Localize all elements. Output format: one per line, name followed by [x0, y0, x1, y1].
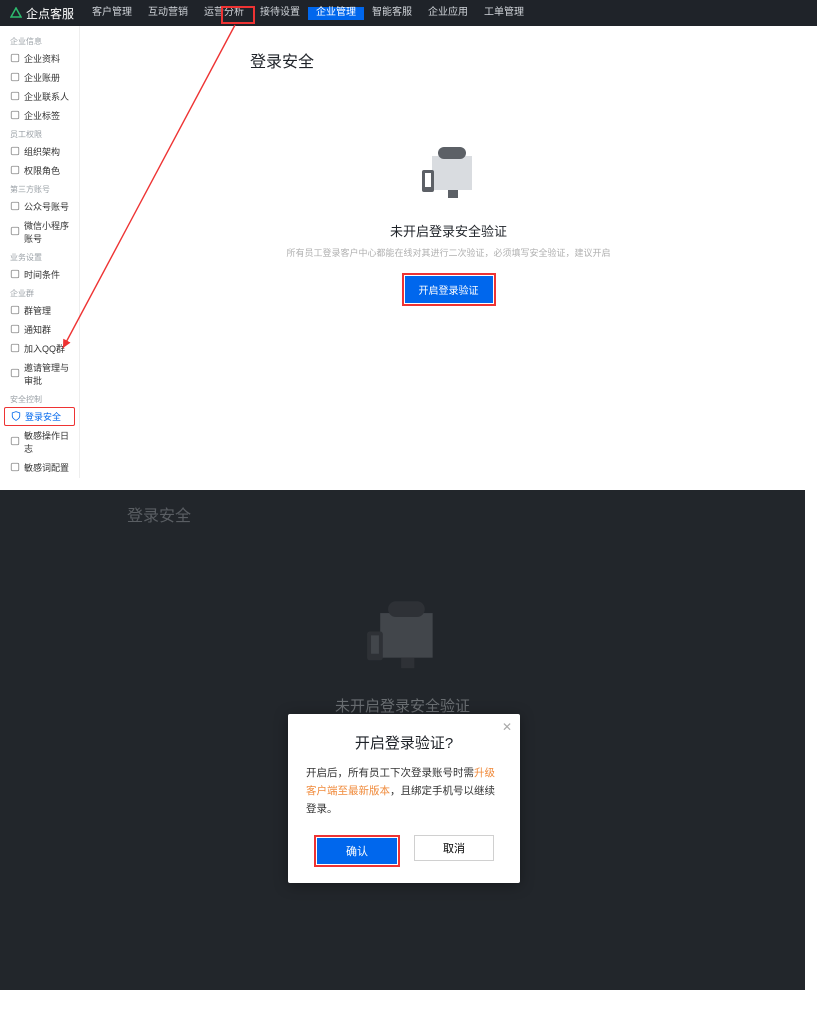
role-icon — [10, 165, 20, 177]
annotation-button-highlight: 开启登录验证 — [401, 273, 495, 306]
sidebar-item-label: 组织架构 — [24, 145, 60, 158]
bg-hero-title: 未开启登录安全验证 — [335, 695, 470, 716]
bg-empty-state: 未开启登录安全验证 — [335, 600, 470, 716]
sidebar-item-5-2[interactable]: 敏感词配置 — [0, 458, 79, 477]
sidebar-item-4-3[interactable]: 邀请管理与审批 — [0, 358, 79, 390]
modal-close-icon[interactable]: ✕ — [502, 720, 512, 734]
modal-cancel-button[interactable]: 取消 — [414, 835, 494, 861]
sidebar: 企业信息企业资料企业账册企业联系人企业标签员工权限组织架构权限角色第三方账号公众… — [0, 26, 80, 478]
enable-login-verify-button[interactable]: 开启登录验证 — [404, 276, 492, 303]
sidebar-header: 企业群 — [0, 284, 79, 301]
sidebar-header: 安全控制 — [0, 390, 79, 407]
nav-7[interactable]: 工单管理 — [476, 7, 532, 18]
main-panel: 登录安全 未开启登录安全验证 所有员工登录客户中心都能在线对其进行二次验证，必须… — [80, 26, 817, 478]
sidebar-item-label: 敏感词配置 — [24, 461, 69, 474]
sidebar-item-0-3[interactable]: 企业标签 — [0, 106, 79, 125]
modal-body-pre: 开启后，所有员工下次登录账号时需 — [306, 767, 474, 779]
sidebar-item-2-0[interactable]: 公众号账号 — [0, 197, 79, 216]
sidebar-item-2-1[interactable]: 微信小程序账号 — [0, 216, 79, 248]
sidebar-item-4-2[interactable]: 加入QQ群 — [0, 339, 79, 358]
nav-1[interactable]: 互动营销 — [140, 7, 196, 18]
shield-icon — [11, 411, 21, 423]
modal-confirm-button[interactable]: 确认 — [317, 838, 397, 864]
sens-icon — [10, 462, 20, 474]
bg-monitor-lock-icon — [357, 600, 447, 676]
sidebar-item-label: 企业资料 — [24, 52, 60, 65]
sidebar-item-label: 通知群 — [24, 323, 51, 336]
modal-title: 开启登录验证? — [302, 732, 506, 753]
monitor-lock-icon — [415, 146, 481, 204]
sidebar-item-label: 群管理 — [24, 304, 51, 317]
nav-3[interactable]: 接待设置 — [252, 7, 308, 18]
sidebar-item-label: 邀请管理与审批 — [24, 361, 69, 387]
page-title: 登录安全 — [80, 26, 817, 72]
sidebar-header: 业务设置 — [0, 248, 79, 265]
modal-body: 开启后，所有员工下次登录账号时需升级客户端至最新版本，且绑定手机号以继续登录。 — [302, 765, 506, 819]
sidebar-item-0-2[interactable]: 企业联系人 — [0, 87, 79, 106]
user-icon — [10, 91, 20, 103]
sidebar-item-label: 企业联系人 — [24, 90, 69, 103]
nav-2[interactable]: 运营分析 — [196, 7, 252, 18]
sidebar-item-0-1[interactable]: 企业账册 — [0, 68, 79, 87]
nav-4[interactable]: 企业管理 — [308, 7, 364, 20]
brand-logo: 企点客服 — [0, 5, 84, 22]
sidebar-item-label: 企业标签 — [24, 109, 60, 122]
sidebar-header: 企业信息 — [0, 32, 79, 49]
mini-icon — [10, 226, 20, 238]
card-icon — [10, 72, 20, 84]
sidebar-item-1-1[interactable]: 权限角色 — [0, 161, 79, 180]
sidebar-header: 第三方账号 — [0, 180, 79, 197]
sidebar-header: 员工权限 — [0, 125, 79, 142]
sidebar-item-label: 企业账册 — [24, 71, 60, 84]
nav-0[interactable]: 客户管理 — [84, 7, 140, 18]
sidebar-item-4-1[interactable]: 通知群 — [0, 320, 79, 339]
annotation-confirm-highlight: 确认 — [314, 835, 400, 867]
sidebar-item-0-0[interactable]: 企业资料 — [0, 49, 79, 68]
brand-text: 企点客服 — [26, 5, 74, 22]
sidebar-item-5-1[interactable]: 敏感操作日志 — [0, 426, 79, 458]
doc-icon — [10, 53, 20, 65]
confirm-modal: ✕ 开启登录验证? 开启后，所有员工下次登录账号时需升级客户端至最新版本，且绑定… — [288, 714, 520, 883]
sidebar-item-3-0[interactable]: 时间条件 — [0, 265, 79, 284]
sidebar-item-label: 时间条件 — [24, 268, 60, 281]
org-icon — [10, 146, 20, 158]
sidebar-item-label: 微信小程序账号 — [24, 219, 69, 245]
badge-icon — [10, 110, 20, 122]
sidebar-item-label: 公众号账号 — [24, 200, 69, 213]
sidebar-item-4-0[interactable]: 群管理 — [0, 301, 79, 320]
sidebar-item-label: 加入QQ群 — [24, 342, 65, 355]
audit-icon — [10, 368, 20, 380]
clock-icon — [10, 269, 20, 281]
plugin-icon — [10, 436, 20, 448]
sidebar-item-label: 登录安全 — [25, 410, 61, 423]
modal-buttons: 确认 取消 — [302, 835, 506, 867]
logo-icon — [10, 7, 22, 19]
nav-5[interactable]: 智能客服 — [364, 7, 420, 18]
sidebar-item-5-3[interactable]: 外部联系管理 — [0, 477, 79, 478]
hero-title: 未开启登录安全验证 — [286, 221, 610, 240]
qq-icon — [10, 343, 20, 355]
sidebar-item-5-0[interactable]: 登录安全 — [4, 407, 75, 426]
bg-page-title: 登录安全 — [127, 502, 191, 526]
sidebar-item-1-0[interactable]: 组织架构 — [0, 142, 79, 161]
sidebar-item-label: 权限角色 — [24, 164, 60, 177]
broadcast-icon — [10, 324, 20, 336]
sidebar-item-label: 敏感操作日志 — [24, 429, 69, 455]
nav-6[interactable]: 企业应用 — [420, 7, 476, 18]
top-nav: 企点客服 客户管理互动营销运营分析接待设置企业管理智能客服企业应用工单管理 — [0, 0, 817, 26]
group-icon — [10, 305, 20, 317]
empty-state: 未开启登录安全验证 所有员工登录客户中心都能在线对其进行二次验证，必须填写安全验… — [286, 146, 610, 306]
hero-subtitle: 所有员工登录客户中心都能在线对其进行二次验证，必须填写安全验证，建议开启 — [286, 246, 610, 259]
wechat-icon — [10, 201, 20, 213]
